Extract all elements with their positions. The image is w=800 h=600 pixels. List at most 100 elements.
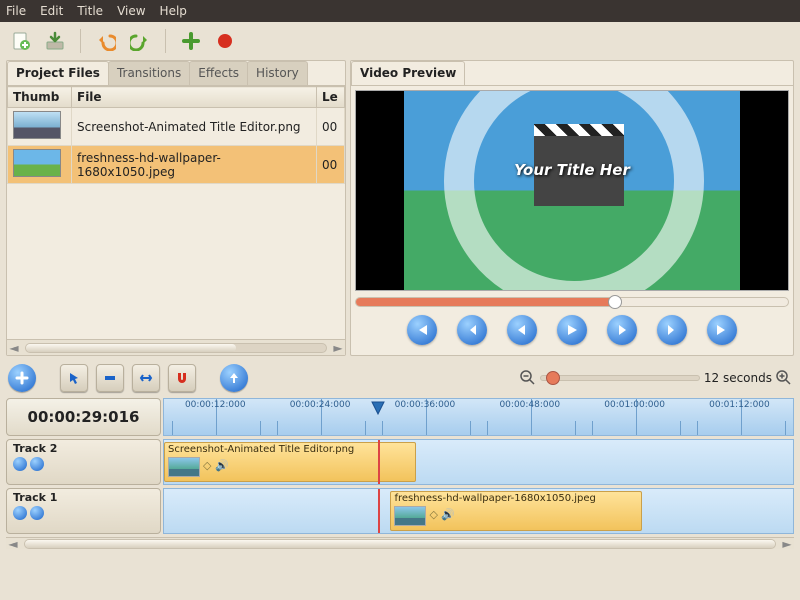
clip-label: freshness-hd-wallpaper-1680x1050.jpeg [391, 492, 641, 505]
clip[interactable]: freshness-hd-wallpaper-1680x1050.jpeg◇ 🔊 [390, 491, 642, 531]
ruler-tick-label: 00:01:00:000 [604, 400, 665, 410]
track-row: Track 2 Screenshot-Animated Title Editor… [6, 439, 794, 485]
cursor-icon [67, 371, 81, 385]
scroll-right-icon[interactable]: ► [331, 341, 345, 355]
preview-body: Your Title Her [351, 85, 793, 355]
zoom-out-icon[interactable] [520, 370, 536, 386]
tab-transitions[interactable]: Transitions [108, 61, 190, 85]
files-hscroll[interactable]: ◄ ► [7, 339, 345, 355]
next-marker-button[interactable] [657, 315, 687, 345]
ruler-tick-label: 00:00:36:000 [395, 400, 456, 410]
timeline-toolbar: 12 seconds [0, 360, 800, 396]
tab-effects[interactable]: Effects [189, 61, 248, 85]
track-icons [13, 457, 154, 471]
arrow-tool-button[interactable] [60, 364, 88, 392]
scroll-left-icon[interactable]: ◄ [6, 537, 20, 551]
table-row[interactable]: freshness-hd-wallpaper-1680x1050.jpeg 00 [8, 146, 345, 184]
project-panel: Project Files Transitions Effects Histor… [6, 60, 346, 356]
timeline-hscroll[interactable]: ◄ ► [6, 537, 794, 549]
record-icon [215, 31, 235, 51]
undo-button[interactable] [93, 28, 119, 54]
preview-title-overlay: Your Title Her [404, 161, 741, 179]
separator [165, 29, 166, 53]
prev-marker-icon [465, 323, 479, 337]
import-button[interactable] [42, 28, 68, 54]
redo-button[interactable] [127, 28, 153, 54]
track-lock-toggle[interactable] [30, 506, 44, 520]
track-body[interactable]: Screenshot-Animated Title Editor.png◇ 🔊F… [163, 439, 794, 485]
ruler-row: 00:00:29:016 00:00:12:00000:00:24:00000:… [6, 398, 794, 436]
menubar: File Edit Title View Help [0, 0, 800, 22]
menu-help[interactable]: Help [160, 4, 187, 18]
skip-end-icon [715, 323, 729, 337]
table-row[interactable]: Screenshot-Animated Title Editor.png 00 [8, 108, 345, 146]
seek-knob[interactable] [608, 295, 622, 309]
time-ruler[interactable]: 00:00:12:00000:00:24:00000:00:36:00000:0… [163, 398, 794, 436]
step-fwd-button[interactable] [607, 315, 637, 345]
separator [80, 29, 81, 53]
upper-area: Project Files Transitions Effects Histor… [0, 60, 800, 360]
file-name: Screenshot-Animated Title Editor.png [72, 108, 317, 146]
video-preview[interactable]: Your Title Her [355, 90, 789, 291]
track-name: Track 2 [13, 442, 154, 455]
zoom-in-icon[interactable] [776, 370, 792, 386]
timecode-display: 00:00:29:016 [6, 398, 161, 436]
plus-icon [181, 31, 201, 51]
track-name: Track 1 [13, 491, 154, 504]
scroll-left-icon[interactable]: ◄ [7, 341, 21, 355]
tab-project-files[interactable]: Project Files [7, 61, 109, 85]
track-row: Track 1 freshness-hd-wallpaper-1680x1050… [6, 488, 794, 534]
seek-progress [356, 298, 615, 306]
clip-thumb [168, 457, 200, 477]
snap-tool-button[interactable] [168, 364, 196, 392]
add-track-button[interactable] [8, 364, 36, 392]
clip-icons: ◇ 🔊 [203, 456, 229, 472]
tab-history[interactable]: History [247, 61, 308, 85]
file-len: 00 [317, 108, 345, 146]
menu-edit[interactable]: Edit [40, 4, 63, 18]
new-file-button[interactable] [8, 28, 34, 54]
menu-title[interactable]: Title [77, 4, 103, 18]
track-lock-toggle[interactable] [30, 457, 44, 471]
prev-marker-button[interactable] [457, 315, 487, 345]
col-thumb[interactable]: Thumb [8, 87, 72, 108]
razor-icon [103, 371, 117, 385]
track-header[interactable]: Track 1 [6, 488, 161, 534]
razor-tool-button[interactable] [96, 364, 124, 392]
zoom-slider[interactable] [540, 375, 700, 381]
main-toolbar [0, 22, 800, 60]
playhead-line [378, 489, 380, 533]
track-visible-toggle[interactable] [13, 457, 27, 471]
playhead[interactable] [371, 401, 385, 415]
step-back-icon [515, 323, 529, 337]
undo-icon [96, 31, 116, 51]
menu-view[interactable]: View [117, 4, 145, 18]
skip-start-button[interactable] [407, 315, 437, 345]
marker-up-icon [227, 371, 241, 385]
zoom-label: 12 seconds [704, 371, 772, 385]
add-marker-button[interactable] [220, 364, 248, 392]
col-file[interactable]: File [72, 87, 317, 108]
clip-thumb [394, 506, 426, 526]
playhead-line [378, 440, 380, 484]
record-button[interactable] [212, 28, 238, 54]
seek-bar[interactable] [355, 297, 789, 307]
ruler-tick-label: 00:00:24:000 [290, 400, 351, 410]
next-marker-icon [665, 323, 679, 337]
track-body[interactable]: freshness-hd-wallpaper-1680x1050.jpeg◇ 🔊 [163, 488, 794, 534]
step-back-button[interactable] [507, 315, 537, 345]
play-button[interactable] [557, 315, 587, 345]
track-header[interactable]: Track 2 [6, 439, 161, 485]
resize-tool-button[interactable] [132, 364, 160, 392]
tab-video-preview[interactable]: Video Preview [351, 61, 465, 85]
add-button[interactable] [178, 28, 204, 54]
transition[interactable]: Fractal 7 [390, 484, 459, 485]
playback-controls [355, 311, 789, 351]
zoom-knob[interactable] [546, 371, 560, 385]
menu-file[interactable]: File [6, 4, 26, 18]
scroll-right-icon[interactable]: ► [780, 537, 794, 551]
skip-end-button[interactable] [707, 315, 737, 345]
col-len[interactable]: Le [317, 87, 345, 108]
zoom-control: 12 seconds [520, 370, 792, 386]
track-visible-toggle[interactable] [13, 506, 27, 520]
